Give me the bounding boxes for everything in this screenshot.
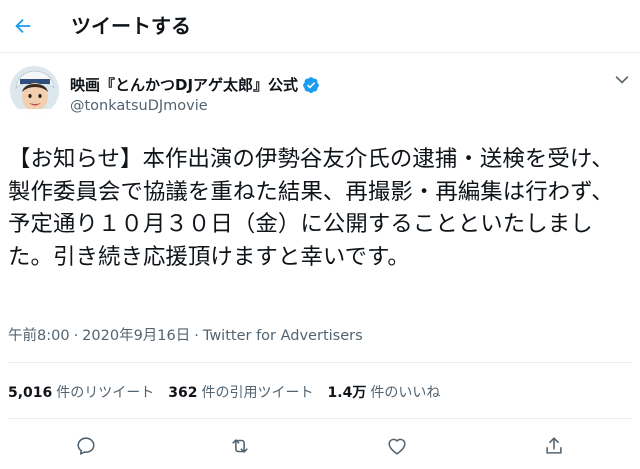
author-handle[interactable]: @tonkatsuDJmovie	[70, 97, 208, 116]
chevron-down-icon	[615, 76, 629, 84]
tweet-actions	[0, 428, 640, 464]
tweet-stats: 5,016 件のリツイート 362 件の引用ツイート 1.4万 件のいいね	[8, 384, 440, 402]
tweet-source[interactable]: Twitter for Advertisers	[203, 328, 363, 344]
quotes-count: 362	[168, 385, 198, 401]
retweet-icon	[232, 439, 248, 453]
like-button[interactable]	[383, 432, 411, 460]
display-name-text[interactable]: 映画『とんかつDJアゲ太郎』公式	[70, 75, 298, 95]
share-icon	[546, 437, 562, 454]
retweets-label: 件のリツイート	[56, 385, 155, 401]
quotes-stat[interactable]: 362 件の引用ツイート	[168, 384, 313, 402]
retweet-button[interactable]	[226, 432, 254, 460]
tweet-metadata: 午前8:00 · 2020年9月16日 · Twitter for Advertiser…	[8, 327, 363, 346]
avatar[interactable]	[10, 66, 59, 115]
meta-separator: ·	[73, 328, 79, 344]
meta-separator-2: ·	[194, 328, 199, 344]
reply-button[interactable]	[72, 432, 100, 460]
likes-label: 件のいいね	[370, 385, 441, 401]
divider-2	[8, 418, 632, 419]
like-icon	[388, 438, 406, 455]
profile-photo-icon	[10, 66, 59, 115]
quotes-label: 件の引用ツイート	[201, 385, 314, 401]
back-button[interactable]	[6, 9, 40, 43]
tweet-date[interactable]: 2020年9月16日	[82, 328, 190, 344]
tweet-text: 【お知らせ】本作出演の伊勢谷友介氏の逮捕・送検を受け、製作委員会で協議を重ねた結…	[8, 146, 614, 270]
verified-badge-icon	[303, 77, 319, 93]
retweets-count: 5,016	[8, 385, 53, 401]
reply-icon	[77, 437, 95, 455]
author-name[interactable]: 映画『とんかつDJアゲ太郎』公式	[70, 75, 320, 95]
likes-stat[interactable]: 1.4万 件のいいね	[328, 384, 441, 402]
page-title: ツイートする	[71, 14, 191, 38]
retweets-stat[interactable]: 5,016 件のリツイート	[8, 384, 154, 402]
more-options-button[interactable]	[612, 70, 632, 90]
likes-count: 1.4万	[327, 385, 367, 401]
share-button[interactable]	[540, 432, 568, 460]
page-header: ツイートする	[0, 0, 640, 53]
back-arrow-icon	[15, 18, 31, 34]
tweet-time[interactable]: 午前8:00	[8, 328, 70, 344]
divider	[8, 362, 632, 363]
